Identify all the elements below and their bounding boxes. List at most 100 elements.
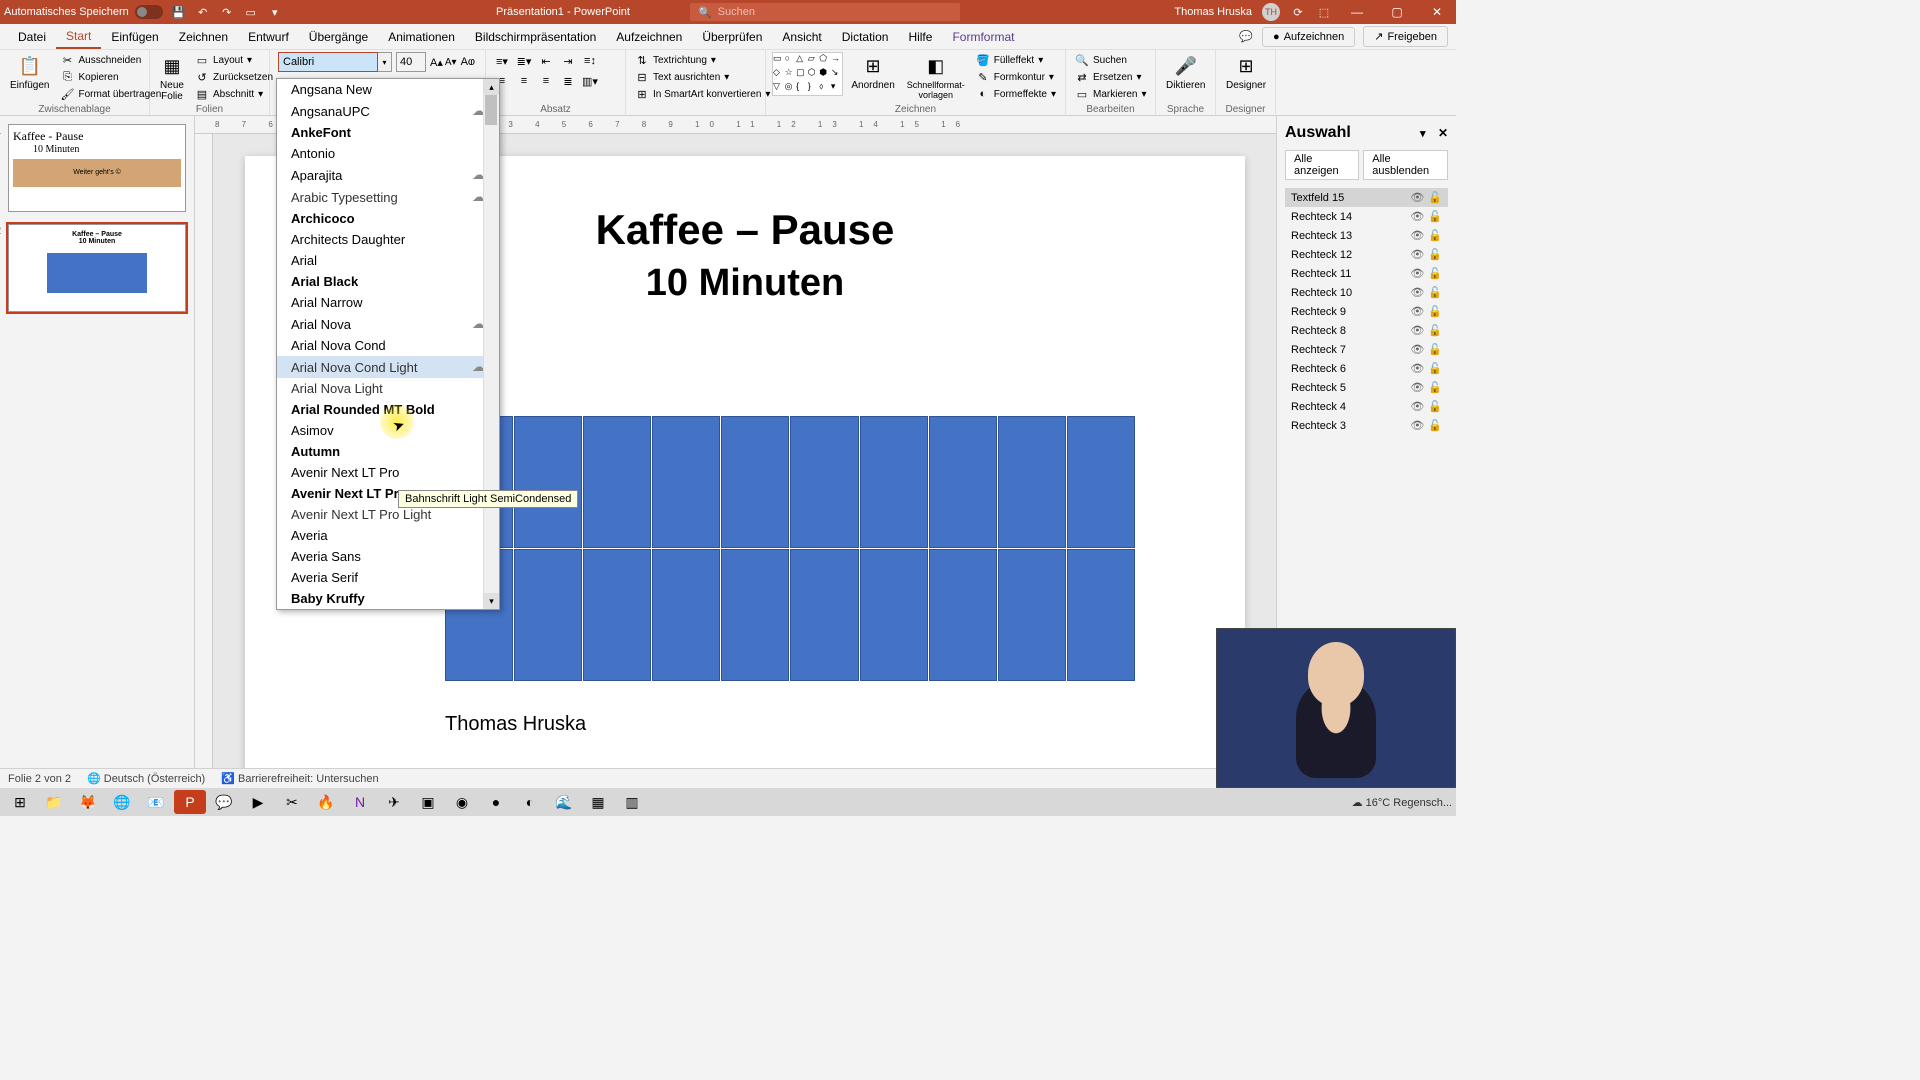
font-option[interactable]: Arial Black (277, 271, 499, 292)
font-name-input[interactable]: Calibri (278, 52, 378, 72)
font-option[interactable]: Averia Sans (277, 546, 499, 567)
font-option[interactable]: Baby Kruffy (277, 588, 499, 609)
share-button[interactable]: ↗ Freigeben (1363, 26, 1448, 47)
justify-button[interactable]: ≣ (558, 72, 578, 90)
align-center-button[interactable]: ≡ (514, 72, 534, 90)
selection-item[interactable]: Rechteck 4👁🔓 (1285, 397, 1448, 416)
save-icon[interactable]: 💾 (171, 4, 187, 20)
start-icon[interactable]: ▭ (243, 4, 259, 20)
user-avatar[interactable]: TH (1262, 3, 1280, 21)
scroll-up-icon[interactable]: ▴ (484, 79, 499, 95)
dropdown-scrollbar[interactable]: ▴ ▾ (483, 79, 499, 609)
eye-icon[interactable]: 👁 (1410, 419, 1424, 432)
selection-item[interactable]: Rechteck 14👁🔓 (1285, 207, 1448, 226)
clear-format-button[interactable]: Aⱷ (461, 56, 475, 68)
section-button[interactable]: ▤Abschnitt ▾ (192, 86, 276, 102)
slide-thumb-2[interactable]: 2 Kaffee – Pause 10 Minuten (8, 224, 186, 312)
dictate-button[interactable]: 🎤Diktieren (1162, 52, 1209, 93)
font-option[interactable]: Arial (277, 250, 499, 271)
lock-icon[interactable]: 🔓 (1428, 210, 1442, 223)
font-option[interactable]: Aparajita☁ (277, 164, 499, 186)
firefox-icon[interactable]: 🦊 (72, 790, 104, 814)
lock-icon[interactable]: 🔓 (1428, 248, 1442, 261)
font-option[interactable]: AngsanaUPC☁ (277, 100, 499, 122)
lock-icon[interactable]: 🔓 (1428, 229, 1442, 242)
designer-button[interactable]: ⊞Designer (1222, 52, 1270, 93)
font-option[interactable]: Angsana New (277, 79, 499, 100)
font-option[interactable]: Arial Nova Light (277, 378, 499, 399)
fill-button[interactable]: 🪣Fülleffekt ▾ (973, 52, 1059, 68)
app4-icon[interactable]: ◉ (446, 790, 478, 814)
indent-left-button[interactable]: ⇤ (536, 52, 556, 70)
menu-uebergaenge[interactable]: Übergänge (299, 26, 378, 48)
indent-right-button[interactable]: ⇥ (558, 52, 578, 70)
menu-entwurf[interactable]: Entwurf (238, 26, 299, 48)
start-menu-icon[interactable]: ⊞ (4, 790, 36, 814)
close-button[interactable]: ✕ (1422, 2, 1452, 22)
app8-icon[interactable]: ▥ (616, 790, 648, 814)
menu-animationen[interactable]: Animationen (378, 26, 465, 48)
font-option[interactable]: Arial Narrow (277, 292, 499, 313)
eye-icon[interactable]: 👁 (1410, 229, 1424, 242)
app5-icon[interactable]: ● (480, 790, 512, 814)
replace-button[interactable]: ⇄Ersetzen ▾ (1072, 69, 1150, 85)
columns-button[interactable]: ▥▾ (580, 72, 600, 90)
font-option[interactable]: Averia (277, 525, 499, 546)
accessibility-status[interactable]: ♿ Barrierefreiheit: Untersuchen (221, 772, 378, 785)
eye-icon[interactable]: 👁 (1410, 324, 1424, 337)
font-option[interactable]: Architects Daughter (277, 229, 499, 250)
selection-item[interactable]: Rechteck 6👁🔓 (1285, 359, 1448, 378)
smartart-button[interactable]: ⊞In SmartArt konvertieren ▾ (632, 86, 773, 102)
lock-icon[interactable]: 🔓 (1428, 400, 1442, 413)
menu-aufzeichnen[interactable]: Aufzeichnen (606, 26, 692, 48)
menu-formformat[interactable]: Formformat (942, 26, 1024, 48)
cut-button[interactable]: ✂Ausschneiden (57, 52, 164, 68)
layout-button[interactable]: ▭Layout ▾ (192, 52, 276, 68)
explorer-icon[interactable]: 📁 (38, 790, 70, 814)
eye-icon[interactable]: 👁 (1410, 267, 1424, 280)
menu-einfuegen[interactable]: Einfügen (101, 26, 168, 48)
eye-icon[interactable]: 👁 (1410, 286, 1424, 299)
scroll-thumb[interactable] (485, 95, 497, 125)
lock-icon[interactable]: 🔓 (1428, 286, 1442, 299)
undo-icon[interactable]: ↶ (195, 4, 211, 20)
app2-icon[interactable]: 🔥 (310, 790, 342, 814)
eye-icon[interactable]: 👁 (1410, 248, 1424, 261)
lock-icon[interactable]: 🔓 (1428, 267, 1442, 280)
hide-all-button[interactable]: Alle ausblenden (1363, 150, 1448, 180)
edge-icon[interactable]: 🌊 (548, 790, 580, 814)
lock-icon[interactable]: 🔓 (1428, 191, 1442, 204)
copy-button[interactable]: ⎘Kopieren (57, 69, 164, 85)
record-button[interactable]: ● Aufzeichnen (1262, 27, 1355, 47)
autosave-toggle[interactable]: Automatisches Speichern (4, 5, 163, 19)
maximize-button[interactable]: ▢ (1382, 2, 1412, 22)
more-icon[interactable]: ▾ (267, 4, 283, 20)
menu-hilfe[interactable]: Hilfe (898, 26, 942, 48)
app-icon[interactable]: 💬 (208, 790, 240, 814)
font-option[interactable]: Avenir Next LT Pro (277, 462, 499, 483)
vlc-icon[interactable]: ▶ (242, 790, 274, 814)
pane-close-icon[interactable]: ✕ (1438, 126, 1448, 140)
menu-ansicht[interactable]: Ansicht (772, 26, 831, 48)
menu-dictation[interactable]: Dictation (832, 26, 899, 48)
font-option[interactable]: Arial Rounded MT Bold (277, 399, 499, 420)
effects-button[interactable]: ◐Formeffekte ▾ (973, 86, 1059, 102)
menu-bildschirm[interactable]: Bildschirmpräsentation (465, 26, 606, 48)
font-option[interactable]: AnkeFont (277, 122, 499, 143)
font-size-input[interactable]: 40 (396, 52, 426, 72)
onenote-icon[interactable]: N (344, 790, 376, 814)
find-button[interactable]: 🔍Suchen (1072, 52, 1150, 68)
new-slide-button[interactable]: ▦ Neue Folie (156, 52, 188, 104)
font-option[interactable]: Archicoco (277, 208, 499, 229)
menu-ueberpruefen[interactable]: Überprüfen (692, 26, 772, 48)
font-option[interactable]: Autumn (277, 441, 499, 462)
select-button[interactable]: ▭Markieren ▾ (1072, 86, 1150, 102)
selection-item[interactable]: Rechteck 11👁🔓 (1285, 264, 1448, 283)
format-painter-button[interactable]: 🖌Format übertragen (57, 86, 164, 102)
show-all-button[interactable]: Alle anzeigen (1285, 150, 1359, 180)
search-input[interactable]: 🔍 Suchen (690, 3, 960, 21)
pane-dropdown-icon[interactable]: ▾ (1420, 128, 1426, 140)
font-option[interactable]: Antonio (277, 143, 499, 164)
app6-icon[interactable]: ◐ (514, 790, 546, 814)
eye-icon[interactable]: 👁 (1410, 305, 1424, 318)
